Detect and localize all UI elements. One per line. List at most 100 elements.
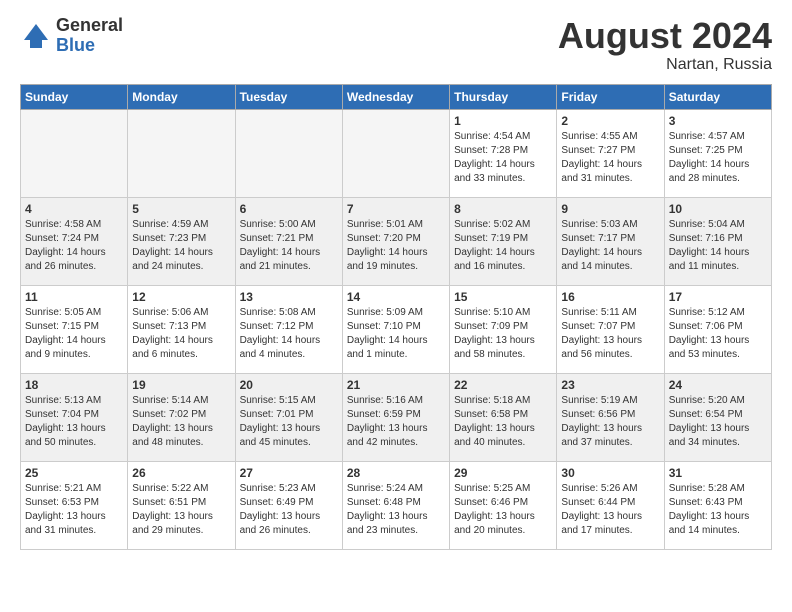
day-cell: 6Sunrise: 5:00 AM Sunset: 7:21 PM Daylig… (235, 197, 342, 285)
day-cell: 14Sunrise: 5:09 AM Sunset: 7:10 PM Dayli… (342, 285, 449, 373)
day-detail: Sunrise: 5:11 AM Sunset: 7:07 PM Dayligh… (561, 306, 659, 362)
day-cell: 4Sunrise: 4:58 AM Sunset: 7:24 PM Daylig… (21, 197, 128, 285)
day-cell: 23Sunrise: 5:19 AM Sunset: 6:56 PM Dayli… (557, 373, 664, 461)
day-cell: 18Sunrise: 5:13 AM Sunset: 7:04 PM Dayli… (21, 373, 128, 461)
day-cell: 29 Sunrise: 5:25 AM Sunset: 6:46 PM Dayli… (450, 461, 557, 549)
day-detail: Sunrise: 5:10 AM Sunset: 7:09 PM Dayligh… (454, 306, 552, 362)
day-detail: Sunrise: 5:24 AM Sunset: 6:48 PM Dayligh… (347, 482, 445, 538)
day-detail: Sunrise: 5:02 AM Sunset: 7:19 PM Dayligh… (454, 218, 552, 274)
day-cell: 11Sunrise: 5:05 AM Sunset: 7:15 PM Dayli… (21, 285, 128, 373)
col-saturday: Saturday (664, 84, 771, 109)
day-detail: Sunrise: 5:12 AM Sunset: 7:06 PM Dayligh… (669, 306, 767, 362)
week-row-5: 25 Sunrise: 5:21 AM Sunset: 6:53 PM Dayli… (21, 461, 772, 549)
day-number: 20 (240, 378, 338, 392)
day-detail: Sunrise: 5:19 AM Sunset: 6:56 PM Dayligh… (561, 394, 659, 450)
day-number: 28 (347, 466, 445, 480)
day-cell: 1Sunrise: 4:54 AM Sunset: 7:28 PM Daylig… (450, 109, 557, 197)
day-cell: 17 Sunrise: 5:12 AM Sunset: 7:06 PM Dayli… (664, 285, 771, 373)
location: Nartan, Russia (558, 56, 772, 74)
day-detail: Sunrise: 5:01 AM Sunset: 7:20 PM Dayligh… (347, 218, 445, 274)
day-cell: 5 Sunrise: 4:59 AM Sunset: 7:23 PM Daylig… (128, 197, 235, 285)
week-row-3: 11Sunrise: 5:05 AM Sunset: 7:15 PM Dayli… (21, 285, 772, 373)
week-row-1: 1Sunrise: 4:54 AM Sunset: 7:28 PM Daylig… (21, 109, 772, 197)
day-detail: Sunrise: 5:03 AM Sunset: 7:17 PM Dayligh… (561, 218, 659, 274)
day-cell: 24 Sunrise: 5:20 AM Sunset: 6:54 PM Dayli… (664, 373, 771, 461)
day-number: 25 (25, 466, 123, 480)
day-number: 26 (132, 466, 230, 480)
day-number: 1 (454, 114, 552, 128)
day-cell: 13 Sunrise: 5:08 AM Sunset: 7:12 PM Dayli… (235, 285, 342, 373)
day-number: 22 (454, 378, 552, 392)
day-cell: 15Sunrise: 5:10 AM Sunset: 7:09 PM Dayli… (450, 285, 557, 373)
day-cell (342, 109, 449, 197)
day-number: 3 (669, 114, 767, 128)
col-wednesday: Wednesday (342, 84, 449, 109)
day-number: 16 (561, 290, 659, 304)
day-cell: 27 Sunrise: 5:23 AM Sunset: 6:49 PM Dayli… (235, 461, 342, 549)
header: General Blue August 2024 Nartan, Russia (20, 16, 772, 74)
day-detail: Sunrise: 5:15 AM Sunset: 7:01 PM Dayligh… (240, 394, 338, 450)
day-cell: 7 Sunrise: 5:01 AM Sunset: 7:20 PM Daylig… (342, 197, 449, 285)
day-number: 13 (240, 290, 338, 304)
day-cell: 19 Sunrise: 5:14 AM Sunset: 7:02 PM Dayli… (128, 373, 235, 461)
day-number: 19 (132, 378, 230, 392)
day-number: 30 (561, 466, 659, 480)
day-number: 5 (132, 202, 230, 216)
col-friday: Friday (557, 84, 664, 109)
header-row: Sunday Monday Tuesday Wednesday Thursday… (21, 84, 772, 109)
col-sunday: Sunday (21, 84, 128, 109)
day-number: 10 (669, 202, 767, 216)
day-detail: Sunrise: 4:58 AM Sunset: 7:24 PM Dayligh… (25, 218, 123, 274)
month-title: August 2024 (558, 16, 772, 56)
day-detail: Sunrise: 5:23 AM Sunset: 6:49 PM Dayligh… (240, 482, 338, 538)
logo-icon (20, 20, 52, 52)
logo-general: General (56, 16, 123, 36)
day-detail: Sunrise: 5:25 AM Sunset: 6:46 PM Dayligh… (454, 482, 552, 538)
day-cell: 20 Sunrise: 5:15 AM Sunset: 7:01 PM Dayli… (235, 373, 342, 461)
day-number: 12 (132, 290, 230, 304)
day-number: 11 (25, 290, 123, 304)
calendar-table: Sunday Monday Tuesday Wednesday Thursday… (20, 84, 772, 550)
day-number: 8 (454, 202, 552, 216)
col-monday: Monday (128, 84, 235, 109)
week-row-2: 4Sunrise: 4:58 AM Sunset: 7:24 PM Daylig… (21, 197, 772, 285)
day-cell: 3 Sunrise: 4:57 AM Sunset: 7:25 PM Daylig… (664, 109, 771, 197)
day-cell: 30Sunrise: 5:26 AM Sunset: 6:44 PM Dayli… (557, 461, 664, 549)
day-detail: Sunrise: 5:22 AM Sunset: 6:51 PM Dayligh… (132, 482, 230, 538)
day-number: 29 (454, 466, 552, 480)
day-detail: Sunrise: 5:14 AM Sunset: 7:02 PM Dayligh… (132, 394, 230, 450)
day-number: 31 (669, 466, 767, 480)
day-cell: 2 Sunrise: 4:55 AM Sunset: 7:27 PM Daylig… (557, 109, 664, 197)
day-detail: Sunrise: 5:04 AM Sunset: 7:16 PM Dayligh… (669, 218, 767, 274)
col-thursday: Thursday (450, 84, 557, 109)
day-detail: Sunrise: 5:28 AM Sunset: 6:43 PM Dayligh… (669, 482, 767, 538)
day-number: 17 (669, 290, 767, 304)
title-block: August 2024 Nartan, Russia (558, 16, 772, 74)
day-detail: Sunrise: 4:55 AM Sunset: 7:27 PM Dayligh… (561, 130, 659, 186)
day-cell: 12 Sunrise: 5:06 AM Sunset: 7:13 PM Dayli… (128, 285, 235, 373)
day-detail: Sunrise: 5:08 AM Sunset: 7:12 PM Dayligh… (240, 306, 338, 362)
day-detail: Sunrise: 5:20 AM Sunset: 6:54 PM Dayligh… (669, 394, 767, 450)
day-detail: Sunrise: 5:13 AM Sunset: 7:04 PM Dayligh… (25, 394, 123, 450)
day-cell: 26 Sunrise: 5:22 AM Sunset: 6:51 PM Dayli… (128, 461, 235, 549)
day-number: 27 (240, 466, 338, 480)
day-detail: Sunrise: 4:59 AM Sunset: 7:23 PM Dayligh… (132, 218, 230, 274)
day-cell: 31 Sunrise: 5:28 AM Sunset: 6:43 PM Dayli… (664, 461, 771, 549)
day-number: 2 (561, 114, 659, 128)
day-detail: Sunrise: 5:00 AM Sunset: 7:21 PM Dayligh… (240, 218, 338, 274)
day-number: 7 (347, 202, 445, 216)
col-tuesday: Tuesday (235, 84, 342, 109)
day-detail: Sunrise: 5:16 AM Sunset: 6:59 PM Dayligh… (347, 394, 445, 450)
week-row-4: 18Sunrise: 5:13 AM Sunset: 7:04 PM Dayli… (21, 373, 772, 461)
day-cell: 21 Sunrise: 5:16 AM Sunset: 6:59 PM Dayli… (342, 373, 449, 461)
day-number: 9 (561, 202, 659, 216)
day-detail: Sunrise: 5:21 AM Sunset: 6:53 PM Dayligh… (25, 482, 123, 538)
day-number: 21 (347, 378, 445, 392)
day-detail: Sunrise: 4:57 AM Sunset: 7:25 PM Dayligh… (669, 130, 767, 186)
day-number: 24 (669, 378, 767, 392)
day-cell: 9 Sunrise: 5:03 AM Sunset: 7:17 PM Daylig… (557, 197, 664, 285)
day-cell: 8 Sunrise: 5:02 AM Sunset: 7:19 PM Daylig… (450, 197, 557, 285)
day-cell (235, 109, 342, 197)
day-detail: Sunrise: 5:06 AM Sunset: 7:13 PM Dayligh… (132, 306, 230, 362)
day-detail: Sunrise: 5:09 AM Sunset: 7:10 PM Dayligh… (347, 306, 445, 362)
